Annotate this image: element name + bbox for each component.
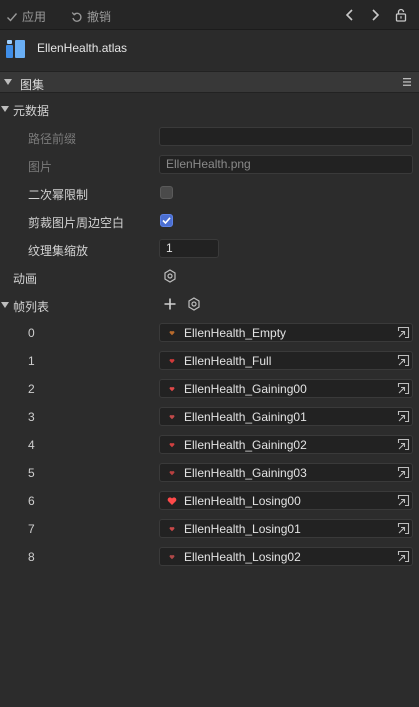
frame-list-title: 帧列表 (13, 300, 50, 314)
locate-asset-icon[interactable] (397, 466, 410, 479)
frame-sprite-name: EllenHealth_Gaining01 (184, 410, 307, 424)
frame-index: 8 (28, 550, 35, 564)
collapse-triangle-icon (4, 79, 12, 85)
frame-sprite-name: EllenHealth_Losing01 (184, 522, 301, 536)
revert-button[interactable]: 撤销 (71, 8, 111, 25)
metadata-title: 元数据 (13, 104, 50, 118)
frame-index: 6 (28, 494, 35, 508)
image-field: EllenHealth.png (159, 155, 413, 174)
locate-asset-icon[interactable] (397, 326, 410, 339)
frame-sprite-field[interactable]: EllenHealth_Gaining00 (159, 379, 413, 398)
frame-row: 8 EllenHealth_Losing02 (0, 547, 419, 567)
atlas-icon (6, 40, 25, 58)
frame-sprite-field[interactable]: EllenHealth_Losing02 (159, 547, 413, 566)
sprite-thumbnail-icon (169, 331, 175, 336)
add-icon[interactable] (163, 297, 177, 311)
frame-row: 0 EllenHealth_Empty (0, 323, 419, 343)
animation-label: 动画 (13, 272, 38, 286)
metadata-collapse-icon[interactable] (1, 106, 9, 112)
revert-label: 撤销 (87, 10, 112, 24)
gear-icon[interactable] (163, 269, 177, 283)
frame-sprite-field[interactable]: EllenHealth_Gaining02 (159, 435, 413, 454)
frame-sprite-name: EllenHealth_Empty (184, 326, 287, 340)
checkmark-icon (162, 217, 171, 225)
frame-index: 2 (28, 382, 35, 396)
frame-sprite-name: EllenHealth_Gaining03 (184, 466, 307, 480)
frame-index: 7 (28, 522, 35, 536)
checkmark-icon (7, 12, 18, 22)
frame-index: 4 (28, 438, 35, 452)
frame-row: 4 EllenHealth_Gaining02 (0, 435, 419, 455)
pot-limit-label: 二次幂限制 (28, 188, 89, 202)
apply-button[interactable]: 应用 (6, 8, 46, 25)
gear-icon[interactable] (187, 297, 201, 311)
frame-sprite-field[interactable]: EllenHealth_Losing00 (159, 491, 413, 510)
atlas-section-header[interactable]: 图集 (0, 71, 419, 93)
frame-index: 3 (28, 410, 35, 424)
asset-header: EllenHealth.atlas (0, 30, 419, 70)
locate-asset-icon[interactable] (397, 550, 410, 563)
toolbar: 应用 撤销 (0, 0, 419, 30)
trim-whitespace-checkbox[interactable] (160, 214, 173, 227)
frame-sprite-field[interactable]: EllenHealth_Losing01 (159, 519, 413, 538)
sprite-thumbnail-icon (169, 443, 175, 448)
frame-row: 1 EllenHealth_Full (0, 351, 419, 371)
locate-asset-icon[interactable] (397, 354, 410, 367)
asset-title: EllenHealth.atlas (37, 41, 128, 55)
sprite-thumbnail-icon (169, 387, 175, 392)
sprite-thumbnail-icon (169, 555, 175, 560)
locate-asset-icon[interactable] (397, 382, 410, 395)
frame-sprite-name: EllenHealth_Full (184, 354, 272, 368)
frame-sprite-name: EllenHealth_Gaining00 (184, 382, 307, 396)
frame-sprite-field[interactable]: EllenHealth_Full (159, 351, 413, 370)
frame-sprite-name: EllenHealth_Gaining02 (184, 438, 307, 452)
frame-list-collapse-icon[interactable] (1, 302, 9, 308)
path-prefix-input[interactable] (159, 127, 413, 146)
chevron-right-icon[interactable] (369, 8, 381, 22)
frame-row: 3 EllenHealth_Gaining01 (0, 407, 419, 427)
undo-icon (71, 11, 82, 22)
frame-row: 6 EllenHealth_Losing00 (0, 491, 419, 511)
lock-open-icon[interactable] (395, 8, 407, 22)
sprite-thumbnail-icon (167, 497, 177, 505)
frame-row: 2 EllenHealth_Gaining00 (0, 379, 419, 399)
sprite-thumbnail-icon (169, 359, 175, 364)
locate-asset-icon[interactable] (397, 438, 410, 451)
frame-row: 5 EllenHealth_Gaining03 (0, 463, 419, 483)
menu-icon[interactable] (402, 77, 412, 87)
frame-sprite-field[interactable]: EllenHealth_Empty (159, 323, 413, 342)
atlas-section-title: 图集 (20, 78, 45, 92)
pot-limit-checkbox[interactable] (160, 186, 173, 199)
apply-label: 应用 (22, 10, 47, 24)
frame-index: 1 (28, 354, 35, 368)
path-prefix-label: 路径前缀 (28, 132, 77, 146)
chevron-left-icon[interactable] (344, 8, 356, 22)
frame-index: 0 (28, 326, 35, 340)
locate-asset-icon[interactable] (397, 410, 410, 423)
atlas-scale-label: 纹理集缩放 (28, 244, 89, 258)
frame-row: 7 EllenHealth_Losing01 (0, 519, 419, 539)
trim-whitespace-label: 剪裁图片周边空白 (28, 216, 125, 230)
sprite-thumbnail-icon (169, 415, 175, 420)
locate-asset-icon[interactable] (397, 522, 410, 535)
sprite-thumbnail-icon (169, 527, 175, 532)
sprite-thumbnail-icon (169, 471, 175, 476)
frame-sprite-name: EllenHealth_Losing00 (184, 494, 301, 508)
frame-sprite-name: EllenHealth_Losing02 (184, 550, 301, 564)
image-label: 图片 (28, 160, 53, 174)
locate-asset-icon[interactable] (397, 494, 410, 507)
frame-index: 5 (28, 466, 35, 480)
atlas-scale-input[interactable]: 1 (159, 239, 219, 258)
frame-sprite-field[interactable]: EllenHealth_Gaining03 (159, 463, 413, 482)
frame-sprite-field[interactable]: EllenHealth_Gaining01 (159, 407, 413, 426)
